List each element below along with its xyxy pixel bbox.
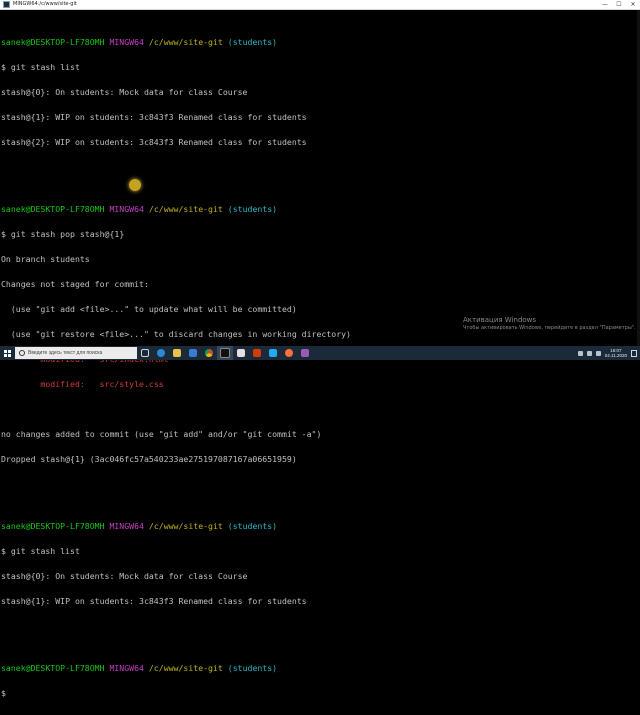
terminal-window: MINGW64:/c/www/site-git — ☐ ✕ sanek@DESK… xyxy=(0,0,640,697)
paint-icon[interactable] xyxy=(297,346,313,360)
maximize-button[interactable]: ☐ xyxy=(612,0,626,9)
close-button[interactable]: ✕ xyxy=(626,0,640,9)
activation-title: Активация Windows xyxy=(463,316,537,324)
mingw-app-icon xyxy=(3,1,10,8)
taskbar-search[interactable]: Введите здесь текст для поиска xyxy=(15,347,137,359)
output-line: Changes not staged for commit: xyxy=(1,279,149,289)
output-line: stash@{0}: On students: Mock data for cl… xyxy=(1,87,248,98)
start-button[interactable] xyxy=(0,346,14,360)
prompt-line: sanek@DESKTOP-LF78OMH MINGW64 /c/www/sit… xyxy=(1,520,278,531)
search-icon xyxy=(19,350,25,356)
output-line: stash@{1}: WIP on students: 3c843f3 Rena… xyxy=(1,596,307,607)
prompt-line: sanek@DESKTOP-LF78OMH MINGW64 /c/www/sit… xyxy=(1,203,278,214)
vscode-icon[interactable] xyxy=(265,346,281,360)
window-title: MINGW64:/c/www/site-git xyxy=(13,1,77,7)
chrome-icon[interactable] xyxy=(201,346,217,360)
taskbar: Введите здесь текст для поиска 16:07 04.… xyxy=(0,346,640,360)
command-line: $ git stash pop stash@{1} xyxy=(1,228,125,239)
system-tray: 16:07 04.11.2020 xyxy=(577,348,640,358)
mouse-cursor-highlight xyxy=(129,179,141,191)
prompt-line: sanek@DESKTOP-LF78OMH MINGW64 /c/www/sit… xyxy=(1,37,278,48)
output-line: Dropped stash@{1} (3ac046fc57a540233ae27… xyxy=(1,454,297,465)
clock-date: 04.11.2020 xyxy=(604,353,627,358)
minimize-button[interactable]: — xyxy=(598,0,612,9)
notification-icon[interactable] xyxy=(631,349,637,357)
command-line: $ git stash list xyxy=(1,546,80,556)
current-command-line[interactable]: $ xyxy=(1,689,637,697)
modified-line: modified: src/style.css xyxy=(1,379,164,390)
search-placeholder: Введите здесь текст для поиска xyxy=(28,350,103,356)
terminal-output[interactable]: sanek@DESKTOP-LF78OMH MINGW64 /c/www/sit… xyxy=(1,13,637,714)
explorer-icon[interactable] xyxy=(169,346,185,360)
output-line: no changes added to commit (use "git add… xyxy=(1,429,322,440)
task-view-icon[interactable] xyxy=(137,346,153,360)
windows-activation-watermark: Активация Windows Чтобы активировать Win… xyxy=(463,316,636,332)
mail-icon[interactable] xyxy=(233,346,249,360)
output-line: stash@{1}: WIP on students: 3c843f3 Rena… xyxy=(1,112,307,123)
store-icon[interactable] xyxy=(185,346,201,360)
taskbar-clock[interactable]: 16:07 04.11.2020 xyxy=(605,348,627,358)
output-line: (use "git add <file>..." to update what … xyxy=(1,304,297,315)
windows-logo-icon xyxy=(3,349,11,357)
activation-subtitle: Чтобы активировать Windows, перейдите в … xyxy=(463,325,636,331)
output-line: stash@{2}: WIP on students: 3c843f3 Rena… xyxy=(1,137,307,148)
office-icon[interactable] xyxy=(249,346,265,360)
firefox-icon[interactable] xyxy=(281,346,297,360)
volume-icon[interactable] xyxy=(595,350,601,356)
output-line: stash@{0}: On students: Mock data for cl… xyxy=(1,571,248,582)
window-titlebar[interactable]: MINGW64:/c/www/site-git — ☐ ✕ xyxy=(0,0,640,10)
output-line: On branch students xyxy=(1,253,90,264)
chevron-up-icon[interactable] xyxy=(577,350,583,356)
terminal-icon[interactable] xyxy=(217,346,233,360)
network-icon[interactable] xyxy=(586,350,592,356)
edge-icon[interactable] xyxy=(153,346,169,360)
command-line: $ git stash list xyxy=(1,62,80,73)
prompt-line: sanek@DESKTOP-LF78OMH MINGW64 /c/www/sit… xyxy=(1,662,278,673)
